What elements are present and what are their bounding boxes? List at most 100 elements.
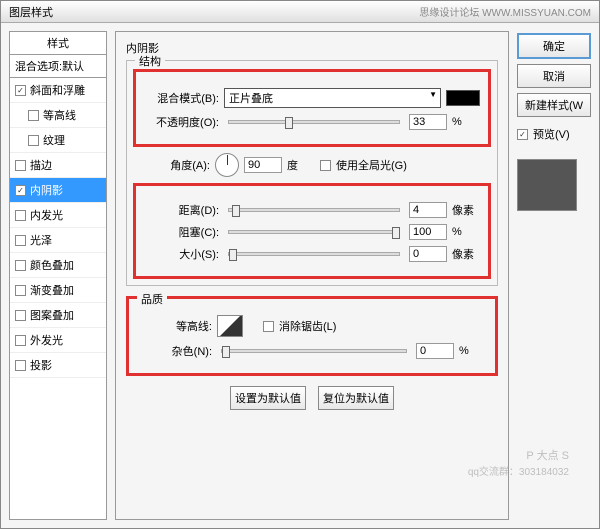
noise-unit: %: [459, 345, 487, 357]
style-checkbox[interactable]: [28, 135, 39, 146]
preview-checkbox[interactable]: [517, 129, 528, 140]
style-item-label: 内阴影: [30, 182, 63, 198]
preview-swatch: [517, 159, 577, 211]
global-light-checkbox[interactable]: [320, 160, 331, 171]
style-item-内阴影[interactable]: 内阴影: [10, 178, 106, 203]
noise-row: 杂色(N): 0 %: [137, 343, 487, 359]
preview-row: 预览(V): [517, 126, 591, 142]
distance-slider[interactable]: [228, 208, 400, 212]
style-item-label: 描边: [30, 157, 52, 173]
panel-title: 内阴影: [126, 40, 498, 56]
settings-panel: 内阴影 结构 混合模式(B): 正片叠底 不透明度(O): 33 % 角度(A)…: [115, 31, 509, 520]
style-item-内发光[interactable]: 内发光: [10, 203, 106, 228]
window-title: 图层样式: [9, 4, 53, 20]
structure-group: 结构 混合模式(B): 正片叠底 不透明度(O): 33 % 角度(A): 90…: [126, 60, 498, 286]
size-row: 大小(S): 0 像素: [144, 246, 480, 262]
blend-mode-row: 混合模式(B): 正片叠底: [144, 88, 480, 108]
noise-slider[interactable]: [221, 349, 407, 353]
angle-unit: 度: [287, 157, 315, 173]
style-checkbox[interactable]: [15, 285, 26, 296]
style-item-label: 光泽: [30, 232, 52, 248]
titlebar: 图层样式 思缘设计论坛 WWW.MISSYUAN.COM: [1, 1, 599, 23]
blend-mode-combo[interactable]: 正片叠底: [224, 88, 441, 108]
highlight-box-1: 混合模式(B): 正片叠底 不透明度(O): 33 %: [133, 69, 491, 147]
style-item-投影[interactable]: 投影: [10, 353, 106, 378]
style-item-label: 投影: [30, 357, 52, 373]
choke-row: 阻塞(C): 100 %: [144, 224, 480, 240]
choke-label: 阻塞(C):: [144, 224, 219, 240]
style-item-纹理[interactable]: 纹理: [10, 128, 106, 153]
preview-label: 预览(V): [533, 126, 570, 142]
noise-label: 杂色(N):: [137, 343, 212, 359]
size-label: 大小(S):: [144, 246, 219, 262]
reset-default-button[interactable]: 复位为默认值: [318, 386, 394, 410]
set-default-button[interactable]: 设置为默认值: [230, 386, 306, 410]
style-checkbox[interactable]: [15, 160, 26, 171]
choke-value[interactable]: 100: [409, 224, 447, 240]
new-style-button[interactable]: 新建样式(W: [517, 93, 591, 117]
quality-group: 品质 等高线: 消除锯齿(L) 杂色(N): 0 %: [126, 296, 498, 376]
opacity-row: 不透明度(O): 33 %: [144, 114, 480, 130]
style-item-渐变叠加[interactable]: 渐变叠加: [10, 278, 106, 303]
style-item-等高线[interactable]: 等高线: [10, 103, 106, 128]
opacity-value[interactable]: 33: [409, 114, 447, 130]
style-item-描边[interactable]: 描边: [10, 153, 106, 178]
angle-value[interactable]: 90: [244, 157, 282, 173]
style-checkbox[interactable]: [15, 360, 26, 371]
style-item-光泽[interactable]: 光泽: [10, 228, 106, 253]
style-item-斜面和浮雕[interactable]: 斜面和浮雕: [10, 78, 106, 103]
quality-legend: 品质: [137, 291, 167, 307]
default-buttons: 设置为默认值 复位为默认值: [126, 386, 498, 410]
cancel-button[interactable]: 取消: [517, 64, 591, 88]
style-item-label: 斜面和浮雕: [30, 82, 85, 98]
contour-label: 等高线:: [137, 318, 212, 334]
distance-label: 距离(D):: [144, 202, 219, 218]
style-item-外发光[interactable]: 外发光: [10, 328, 106, 353]
style-checkbox[interactable]: [15, 185, 26, 196]
style-checkbox[interactable]: [28, 110, 39, 121]
angle-row: 角度(A): 90 度 使用全局光(G): [135, 153, 489, 177]
highlight-box-2: 距离(D): 4 像素 阻塞(C): 100 % 大小(S): 0 像素: [133, 183, 491, 279]
style-checkbox[interactable]: [15, 260, 26, 271]
style-item-label: 外发光: [30, 332, 63, 348]
antialias-checkbox[interactable]: [263, 321, 274, 332]
blend-mode-label: 混合模式(B):: [144, 90, 219, 106]
opacity-slider[interactable]: [228, 120, 400, 124]
style-checkbox[interactable]: [15, 235, 26, 246]
styles-sidebar: 样式 混合选项:默认 斜面和浮雕等高线纹理描边内阴影内发光光泽颜色叠加渐变叠加图…: [9, 31, 107, 520]
noise-value[interactable]: 0: [416, 343, 454, 359]
global-light-label: 使用全局光(G): [336, 157, 407, 173]
style-item-颜色叠加[interactable]: 颜色叠加: [10, 253, 106, 278]
distance-unit: 像素: [452, 202, 480, 218]
layer-style-dialog: 图层样式 思缘设计论坛 WWW.MISSYUAN.COM 样式 混合选项:默认 …: [0, 0, 600, 529]
style-item-label: 颜色叠加: [30, 257, 74, 273]
choke-unit: %: [452, 226, 480, 238]
contour-picker[interactable]: [217, 315, 243, 337]
style-item-label: 渐变叠加: [30, 282, 74, 298]
contour-row: 等高线: 消除锯齿(L): [137, 315, 487, 337]
distance-row: 距离(D): 4 像素: [144, 202, 480, 218]
opacity-unit: %: [452, 116, 480, 128]
style-list: 斜面和浮雕等高线纹理描边内阴影内发光光泽颜色叠加渐变叠加图案叠加外发光投影: [9, 78, 107, 520]
angle-dial[interactable]: [215, 153, 239, 177]
blending-options[interactable]: 混合选项:默认: [9, 55, 107, 78]
structure-legend: 结构: [135, 53, 165, 69]
style-item-label: 纹理: [43, 132, 65, 148]
ok-button[interactable]: 确定: [517, 33, 591, 59]
style-item-图案叠加[interactable]: 图案叠加: [10, 303, 106, 328]
style-item-label: 图案叠加: [30, 307, 74, 323]
color-swatch[interactable]: [446, 90, 480, 106]
watermark-top: 思缘设计论坛 WWW.MISSYUAN.COM: [419, 4, 591, 19]
antialias-label: 消除锯齿(L): [279, 318, 336, 334]
style-checkbox[interactable]: [15, 210, 26, 221]
style-checkbox[interactable]: [15, 85, 26, 96]
style-item-label: 等高线: [43, 107, 76, 123]
choke-slider[interactable]: [228, 230, 400, 234]
style-checkbox[interactable]: [15, 335, 26, 346]
size-slider[interactable]: [228, 252, 400, 256]
size-value[interactable]: 0: [409, 246, 447, 262]
style-checkbox[interactable]: [15, 310, 26, 321]
styles-header[interactable]: 样式: [9, 31, 107, 55]
distance-value[interactable]: 4: [409, 202, 447, 218]
style-item-label: 内发光: [30, 207, 63, 223]
